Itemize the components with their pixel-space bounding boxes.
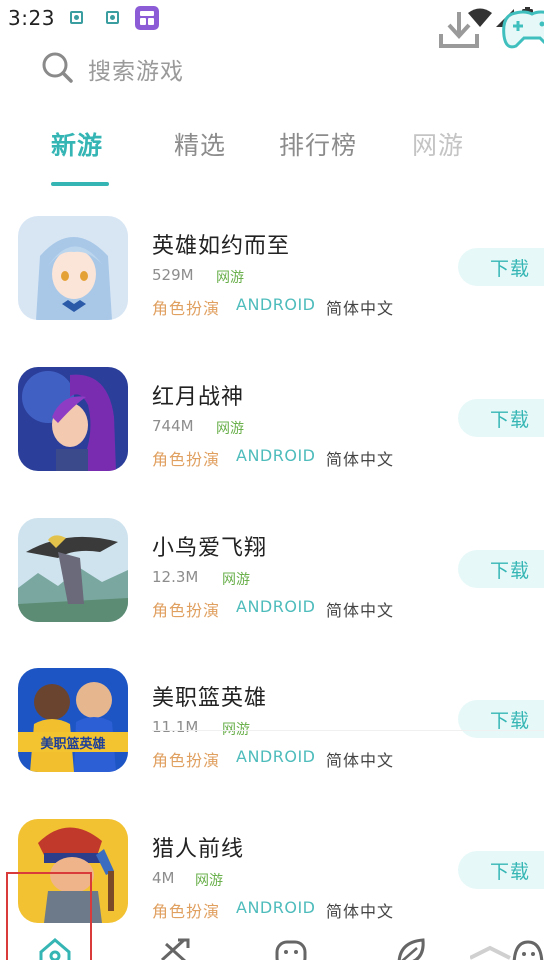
game-size: 529M xyxy=(152,266,194,284)
status-time: 3:23 xyxy=(8,6,55,30)
game-size: 4M xyxy=(152,869,175,887)
tab-online-games[interactable]: 网游 xyxy=(412,126,464,162)
genre-tag: 角色扮演 xyxy=(152,751,221,770)
game-name: 小鸟爱飞翔 xyxy=(152,536,268,561)
download-button-label: 下载 xyxy=(490,861,531,883)
game-icon-label: 美职篮英雄 xyxy=(40,736,105,752)
genre-tag: 角色扮演 xyxy=(152,601,221,620)
game-type-tag: 网游 xyxy=(222,572,250,588)
tab-ranking[interactable]: 排行榜 xyxy=(279,126,357,162)
language-tag: 简体中文 xyxy=(326,751,395,770)
language-tag: 简体中文 xyxy=(326,902,395,921)
search-input[interactable]: 搜索游戏 xyxy=(88,52,184,86)
platform-tag: ANDROID xyxy=(236,446,316,465)
download-button-label: 下载 xyxy=(490,710,531,732)
game-size: 744M xyxy=(152,417,194,435)
download-button[interactable]: 下载 xyxy=(458,248,544,286)
platform-tag: ANDROID xyxy=(236,898,316,917)
platform-tag: ANDROID xyxy=(236,295,316,314)
download-button-label: 下载 xyxy=(490,258,531,280)
platform-tag: ANDROID xyxy=(236,597,316,616)
gamepad-icon[interactable] xyxy=(502,6,544,52)
game-size: 11.1M xyxy=(152,718,199,736)
platform-tag: ANDROID xyxy=(236,747,316,766)
genre-tag: 角色扮演 xyxy=(152,450,221,469)
game-list-item[interactable]: 美职篮英雄 美职篮英雄 11.1M 网游 角色扮演 ANDROID 简体中文 下… xyxy=(0,668,544,818)
game-name: 英雄如约而至 xyxy=(152,234,291,259)
game-name: 红月战神 xyxy=(152,385,245,410)
download-button-label: 下载 xyxy=(490,409,531,431)
game-type-tag: 网游 xyxy=(216,270,244,286)
notification-icon xyxy=(106,11,119,24)
sword-icon[interactable] xyxy=(156,936,192,960)
download-button[interactable]: 下载 xyxy=(458,399,544,437)
game-icon[interactable] xyxy=(18,518,128,622)
app-notification-icon xyxy=(135,6,159,30)
category-tabs: 新游 精选 排行榜 网游 xyxy=(0,126,544,188)
download-button-label: 下载 xyxy=(490,560,531,582)
notification-icon xyxy=(70,11,83,24)
tab-new-games[interactable]: 新游 xyxy=(51,126,103,162)
game-type-tag: 网游 xyxy=(222,722,250,738)
download-icon[interactable] xyxy=(438,8,480,50)
language-tag: 简体中文 xyxy=(326,450,395,469)
tab-featured[interactable]: 精选 xyxy=(174,126,226,162)
genre-tag: 角色扮演 xyxy=(152,299,221,318)
face-icon[interactable] xyxy=(273,936,309,960)
game-icon[interactable]: 美职篮英雄 xyxy=(18,668,128,772)
game-list-item[interactable]: 英雄如约而至 529M 网游 角色扮演 ANDROID 简体中文 下载 xyxy=(0,216,544,366)
leaf-icon[interactable] xyxy=(393,936,429,960)
download-button[interactable]: 下载 xyxy=(458,700,544,738)
game-name: 猎人前线 xyxy=(152,837,245,862)
game-size: 12.3M xyxy=(152,568,199,586)
download-button[interactable]: 下载 xyxy=(458,851,544,889)
search-icon xyxy=(42,52,73,83)
active-tab-indicator xyxy=(51,182,109,186)
game-icon[interactable] xyxy=(18,216,128,320)
game-icon[interactable] xyxy=(18,367,128,471)
game-name: 美职篮英雄 xyxy=(152,686,268,711)
highlight-box xyxy=(6,872,92,960)
list-divider xyxy=(152,730,544,731)
game-type-tag: 网游 xyxy=(195,873,223,889)
language-tag: 简体中文 xyxy=(326,601,395,620)
game-type-tag: 网游 xyxy=(216,421,244,437)
download-button[interactable]: 下载 xyxy=(458,550,544,588)
game-list-item[interactable]: 小鸟爱飞翔 12.3M 网游 角色扮演 ANDROID 简体中文 下载 xyxy=(0,518,544,668)
genre-tag: 角色扮演 xyxy=(152,902,221,921)
ghost-icon[interactable] xyxy=(470,936,544,960)
game-list-item[interactable]: 红月战神 744M 网游 角色扮演 ANDROID 简体中文 下载 xyxy=(0,367,544,517)
language-tag: 简体中文 xyxy=(326,299,395,318)
